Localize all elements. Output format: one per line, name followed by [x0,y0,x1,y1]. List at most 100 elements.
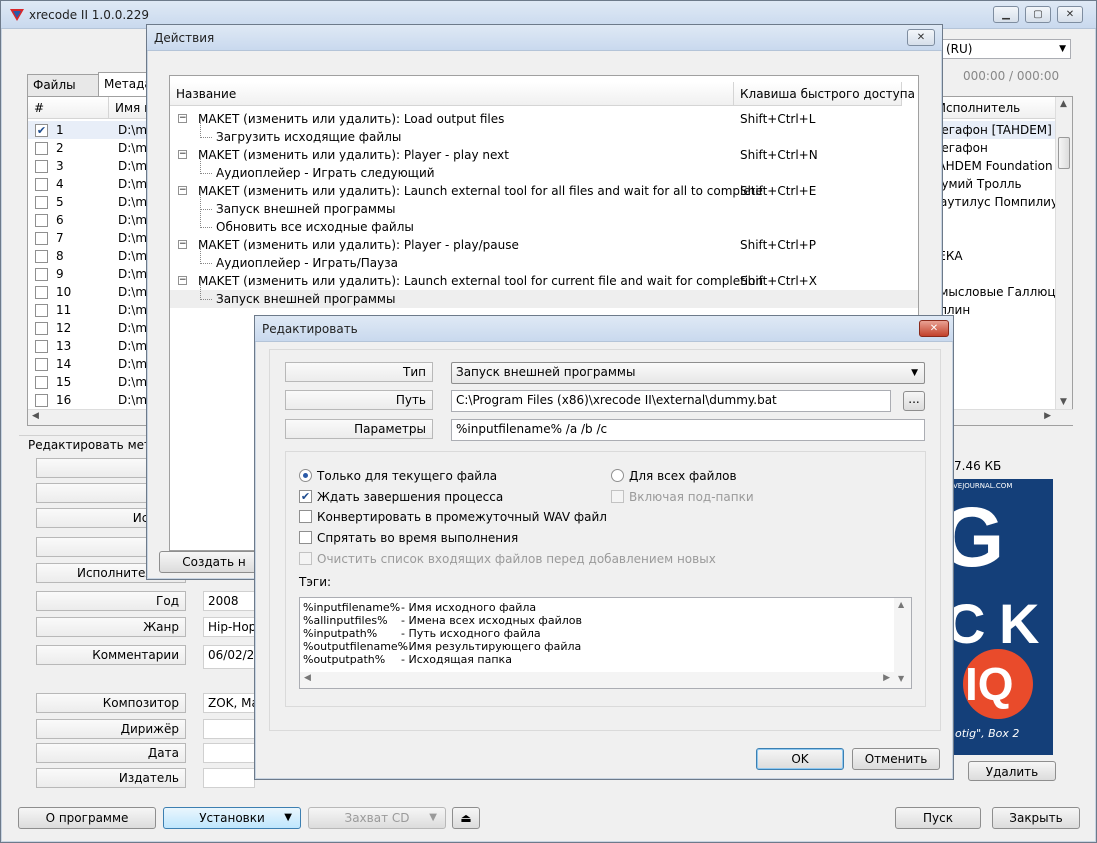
col-action-name-header[interactable]: Название [170,82,734,106]
table-row[interactable]: 4 D:\mp [28,175,155,193]
table-row[interactable]: 12 D:\mp [28,319,155,337]
row-checkbox[interactable] [35,214,48,227]
collapse-icon[interactable]: − [178,276,187,285]
action-subitem[interactable]: Аудиоплейер - Играть следующий [170,164,918,182]
action-subitem[interactable]: Загрузить исходящие файлы [170,128,918,146]
table-row[interactable]: 14 D:\mp [28,355,155,373]
table-row[interactable]: 5 D:\mp [28,193,155,211]
metadata-input[interactable]: 2008 [203,591,255,611]
action-item[interactable]: − MAKET (изменить или удалить): Launch ex… [170,182,918,200]
row-checkbox[interactable] [35,232,48,245]
collapse-icon[interactable]: − [178,186,187,195]
action-item[interactable]: − MAKET (изменить или удалить): Launch ex… [170,272,918,290]
vertical-scrollbar[interactable]: ▲ ▼ [1055,97,1072,409]
collapse-icon[interactable]: − [178,150,187,159]
row-checkbox[interactable] [35,340,48,353]
action-item[interactable]: − MAKET (изменить или удалить): Load outp… [170,110,918,128]
table-row[interactable]: 10 D:\mp [28,283,155,301]
close-window-button[interactable]: ✕ [1057,6,1083,23]
table-row[interactable]: 7 D:\mp [28,229,155,247]
row-number: 9 [56,267,64,281]
action-item[interactable]: − MAKET (изменить или удалить): Player - … [170,146,918,164]
action-subitem[interactable]: Аудиоплейер - Играть/Пауза [170,254,918,272]
metadata-input[interactable] [203,719,255,739]
row-checkbox[interactable] [35,376,48,389]
table-row[interactable]: 3 D:\mp [28,157,155,175]
path-input[interactable]: C:\Program Files (x86)\xrecode II\extern… [451,390,891,412]
language-select[interactable]: (RU) ▼ [941,39,1071,59]
eject-button[interactable]: ⏏ [452,807,480,829]
table-row[interactable]: 15 D:\mp [28,373,155,391]
table-row[interactable]: 8 D:\mp [28,247,155,265]
close-button[interactable]: Закрыть [992,807,1080,829]
chk-hide-running[interactable]: Спрятать во время выполнения [299,529,518,547]
table-row[interactable]: 16 D:\mp [28,391,155,409]
radio-current-file[interactable]: Только для текущего файла [299,467,497,485]
ok-button[interactable]: OK [756,748,844,770]
chk-wait-process[interactable]: ✔ Ждать завершения процесса [299,488,503,506]
tab-metadata[interactable]: Метада [98,72,152,96]
collapse-icon[interactable]: − [178,240,187,249]
row-checkbox[interactable] [35,304,48,317]
tab-files[interactable]: Файлы (F1) [27,74,99,112]
row-checkbox[interactable] [35,160,48,173]
collapse-icon[interactable]: − [178,114,187,123]
row-checkbox[interactable]: ✔ [35,124,48,137]
row-checkbox[interactable] [35,322,48,335]
col-artist-header[interactable]: Исполнитель [931,97,1055,119]
horizontal-scrollbar[interactable]: ◀ [28,409,152,425]
action-subitem[interactable]: Обновить все исходные файлы [170,218,918,236]
edit-titlebar: Редактировать ✕ [255,316,953,342]
tree-connector [200,137,212,138]
maximize-button[interactable]: ▢ [1025,6,1051,23]
table-row[interactable]: ✔ 1 D:\mp [28,121,155,139]
cancel-button[interactable]: Отменить [852,748,940,770]
start-button[interactable]: Пуск [895,807,981,829]
row-checkbox[interactable] [35,196,48,209]
delete-cover-button[interactable]: Удалить [968,761,1056,781]
table-row[interactable]: 2 D:\mp [28,139,155,157]
action-subitem[interactable]: Запуск внешней программы [170,290,918,308]
row-checkbox[interactable] [35,358,48,371]
row-checkbox[interactable] [35,178,48,191]
tree-connector [200,227,212,228]
chk-subfolders[interactable]: Включая под-папки [611,488,754,506]
tags-vscrollbar[interactable]: ▲ ▼ [894,598,911,688]
row-checkbox[interactable] [35,286,48,299]
type-select[interactable]: Запуск внешней программы ▼ [451,362,925,384]
tags-hscrollbar[interactable]: ◀ ▶ [300,672,894,688]
col-num-header[interactable]: # [28,97,108,119]
params-input[interactable]: %inputfilename% /a /b /c [451,419,925,441]
row-checkbox[interactable] [35,268,48,281]
metadata-input[interactable]: 06/02/20 [203,645,255,669]
browse-button[interactable]: ... [903,391,925,411]
metadata-input[interactable]: Hip-Hop [203,617,255,637]
about-button[interactable]: О программе [18,807,156,829]
settings-button[interactable]: Установки ▼ [163,807,301,829]
chk-convert-wav[interactable]: Конвертировать в промежуточный WAV файл [299,508,607,526]
scroll-thumb[interactable] [1058,137,1070,169]
row-checkbox[interactable] [35,394,48,407]
actions-close-button[interactable]: ✕ [907,29,935,46]
metadata-input[interactable] [203,743,255,763]
artist-cell [931,211,1055,229]
table-row[interactable]: 6 D:\mp [28,211,155,229]
minimize-button[interactable]: ▁ [993,6,1019,23]
table-row[interactable]: 11 D:\mp [28,301,155,319]
row-checkbox[interactable] [35,250,48,263]
capture-cd-button[interactable]: Захват CD ▼ [308,807,446,829]
action-subitem[interactable]: Запуск внешней программы [170,200,918,218]
chk-clear-list[interactable]: Очистить список входящих файлов перед до… [299,550,716,568]
radio-all-files[interactable]: Для всех файлов [611,467,737,485]
metadata-input[interactable]: ZOK, Ma [203,693,255,713]
create-action-button[interactable]: Создать н [159,551,269,573]
row-checkbox[interactable] [35,142,48,155]
edit-close-button[interactable]: ✕ [919,320,949,337]
table-row[interactable]: 13 D:\mp [28,337,155,355]
table-row[interactable]: 9 D:\mp [28,265,155,283]
action-item[interactable]: − MAKET (изменить или удалить): Player - … [170,236,918,254]
tags-textarea[interactable]: %inputfilename% - Имя исходного файла %all… [299,597,912,689]
app-logo-icon [10,9,24,21]
col-hotkey-header[interactable]: Клавиша быстрого доступа [734,82,915,106]
metadata-input[interactable] [203,768,255,788]
